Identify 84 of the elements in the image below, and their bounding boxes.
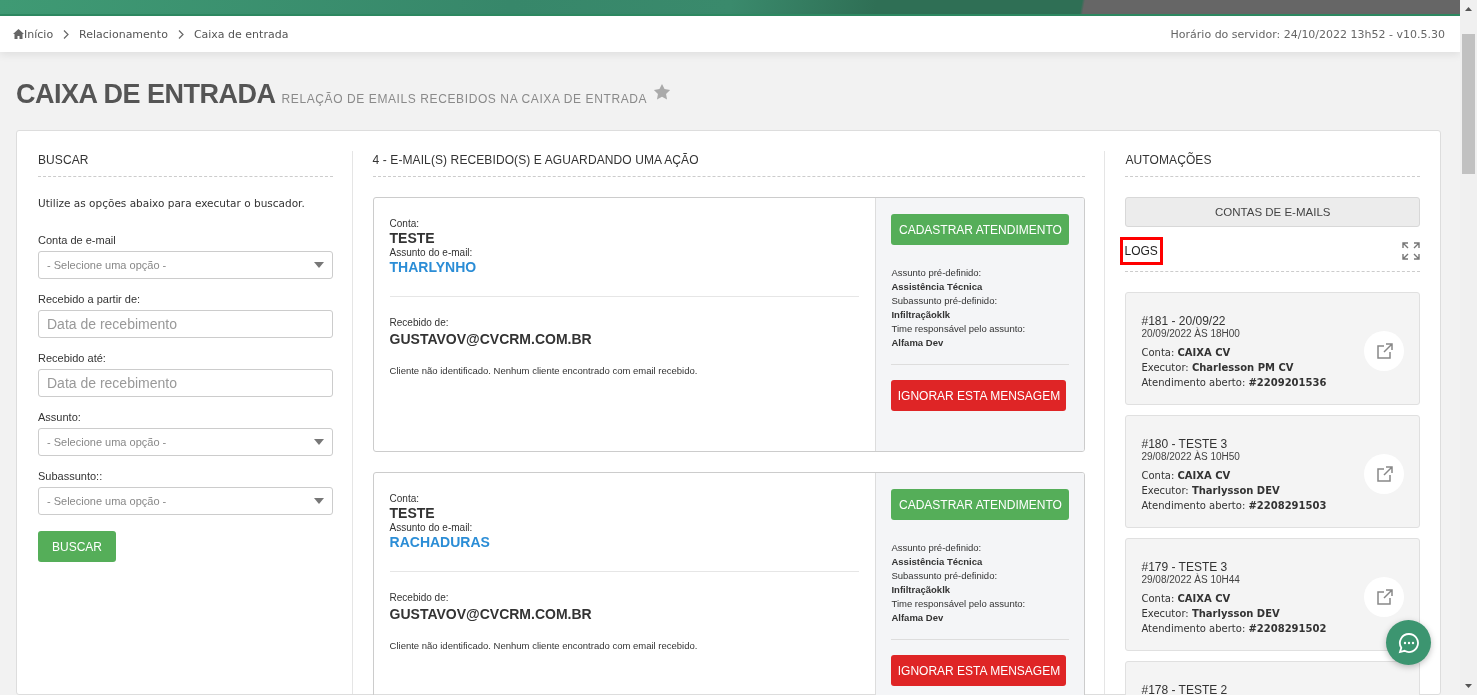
log-detail: Conta: CAIXA CV (1141, 346, 1232, 360)
chevron-icon (177, 29, 184, 39)
breadcrumb-link[interactable]: Caixa de entrada (193, 27, 289, 41)
page-title: CAIXA DE ENTRADA (16, 79, 276, 110)
log-detail: Executor: Tharlysson DEV (1141, 484, 1281, 498)
email-subject: THARLYNHO (389, 258, 478, 276)
log-detail: Atendimento aberto: #2209201536 (1141, 376, 1328, 390)
server-time: Horário do servidor: 24/10/2022 13h52 - v10.5.30 (1170, 27, 1446, 41)
account-name: TESTE (389, 230, 436, 247)
sender-email: GUSTAVOV@CVCRM.COM.BR (389, 605, 593, 623)
external-link-icon (1375, 342, 1393, 360)
client-note: Cliente não identificado. Nenhum cliente encontrado com email recebido. (389, 365, 699, 377)
breadcrumb-link[interactable]: Relacionamento (79, 27, 168, 41)
field-label: Conta de e-mail (38, 234, 117, 246)
field-label: Time responsável pelo assunto: (891, 323, 1027, 334)
log-detail: Executor: Tharlysson DEV (1141, 607, 1281, 621)
field-label: Conta: (389, 218, 420, 230)
log-title: #180 - TESTE 3 (1141, 437, 1229, 451)
logs-heading: LOGS (1120, 237, 1163, 265)
date-field[interactable]: Data de recebimento (38, 310, 333, 338)
select-field[interactable]: - Selecione uma opção - (38, 487, 333, 515)
open-link-button[interactable] (1364, 331, 1404, 371)
log-detail: Executor: Charlesson PM CV (1141, 361, 1295, 375)
log-date: 29/08/2022 ÀS 10H50 (1141, 451, 1241, 462)
section-heading: BUSCAR (38, 151, 333, 177)
caret-icon (313, 498, 324, 504)
breadcrumb-link[interactable]: Início (24, 27, 54, 41)
field-label: Subassunto:: (38, 470, 104, 482)
field-label: Assunto do e-mail: (389, 521, 474, 534)
external-link-icon (1375, 588, 1393, 606)
star-icon[interactable] (653, 83, 672, 101)
open-link-button[interactable] (1364, 577, 1404, 617)
field-value: Alfama Dev (891, 337, 945, 348)
ignore-button[interactable]: IGNORAR ESTA MENSAGEM (891, 655, 1067, 686)
log-detail: Conta: CAIXA CV (1141, 469, 1232, 483)
field-label: Conta: (389, 493, 420, 505)
field-label: Subassunto pré-definido: (891, 570, 999, 581)
caret-icon (313, 262, 324, 268)
home-icon (13, 29, 24, 39)
field-value: Infiltraçãoklk (891, 584, 952, 595)
chevron-icon (63, 29, 70, 39)
section-heading: AUTOMAÇÕES (1125, 151, 1420, 177)
field-label: Recebido de: (389, 316, 450, 329)
search-intro: Utilize as opções abaixo para executar o buscador. (38, 197, 306, 209)
log-title: #179 - TESTE 3 (1141, 560, 1229, 574)
field-label: Recebido até: (38, 352, 107, 364)
client-note: Cliente não identificado. Nenhum cliente encontrado com email recebido. (389, 640, 699, 652)
select-field[interactable]: - Selecione uma opção - (38, 251, 333, 279)
search-button[interactable]: BUSCAR (38, 531, 116, 562)
page-subtitle: RELAÇÃO DE EMAILS RECEBIDOS NA CAIXA DE ENTRADA (281, 92, 648, 106)
field-label: Assunto pré-definido: (891, 267, 983, 278)
log-title: #181 - 20/09/22 (1141, 314, 1227, 328)
field-label: Recebido de: (389, 591, 450, 604)
external-link-icon (1375, 465, 1393, 483)
open-link-button[interactable] (1364, 454, 1404, 494)
register-button[interactable]: CADASTRAR ATENDIMENTO (891, 214, 1070, 245)
date-field[interactable]: Data de recebimento (38, 369, 333, 397)
expand-icon[interactable] (1402, 242, 1420, 260)
field-label: Subassunto pré-definido: (891, 295, 999, 306)
field-label: Assunto do e-mail: (389, 246, 474, 259)
log-date: 20/09/2022 ÀS 18H00 (1141, 328, 1241, 339)
log-detail: Conta: CAIXA CV (1141, 592, 1232, 606)
log-detail: Atendimento aberto: #2208291503 (1141, 499, 1328, 513)
log-title: #178 - TESTE 2 (1141, 683, 1229, 695)
log-date: 29/08/2022 ÀS 10H44 (1141, 574, 1241, 585)
field-value: Assistência Técnica (891, 281, 984, 292)
account-name: TESTE (389, 505, 436, 522)
field-label: Recebido a partir de: (38, 293, 142, 305)
field-value: Assistência Técnica (891, 556, 984, 567)
field-label: Time responsável pelo assunto: (891, 598, 1027, 609)
chat-bubble-icon (1397, 631, 1420, 654)
email-subject: RACHADURAS (389, 533, 491, 551)
log-detail: Atendimento aberto: #2208291502 (1141, 622, 1328, 636)
register-button[interactable]: CADASTRAR ATENDIMENTO (891, 489, 1070, 520)
field-label: Assunto: (38, 411, 82, 423)
field-label: Assunto pré-definido: (891, 542, 983, 553)
field-value: Infiltraçãoklk (891, 309, 952, 320)
select-field[interactable]: - Selecione uma opção - (38, 428, 333, 456)
section-heading: 4 - E-MAIL(S) RECEBIDO(S) E AGUARDANDO UMA AÇÃO (372, 151, 1086, 177)
ignore-button[interactable]: IGNORAR ESTA MENSAGEM (891, 380, 1067, 411)
sender-email: GUSTAVOV@CVCRM.COM.BR (389, 330, 593, 348)
caret-icon (313, 439, 324, 445)
email-accounts-button[interactable]: CONTAS DE E-MAILS (1125, 197, 1420, 227)
field-value: Alfama Dev (891, 612, 945, 623)
